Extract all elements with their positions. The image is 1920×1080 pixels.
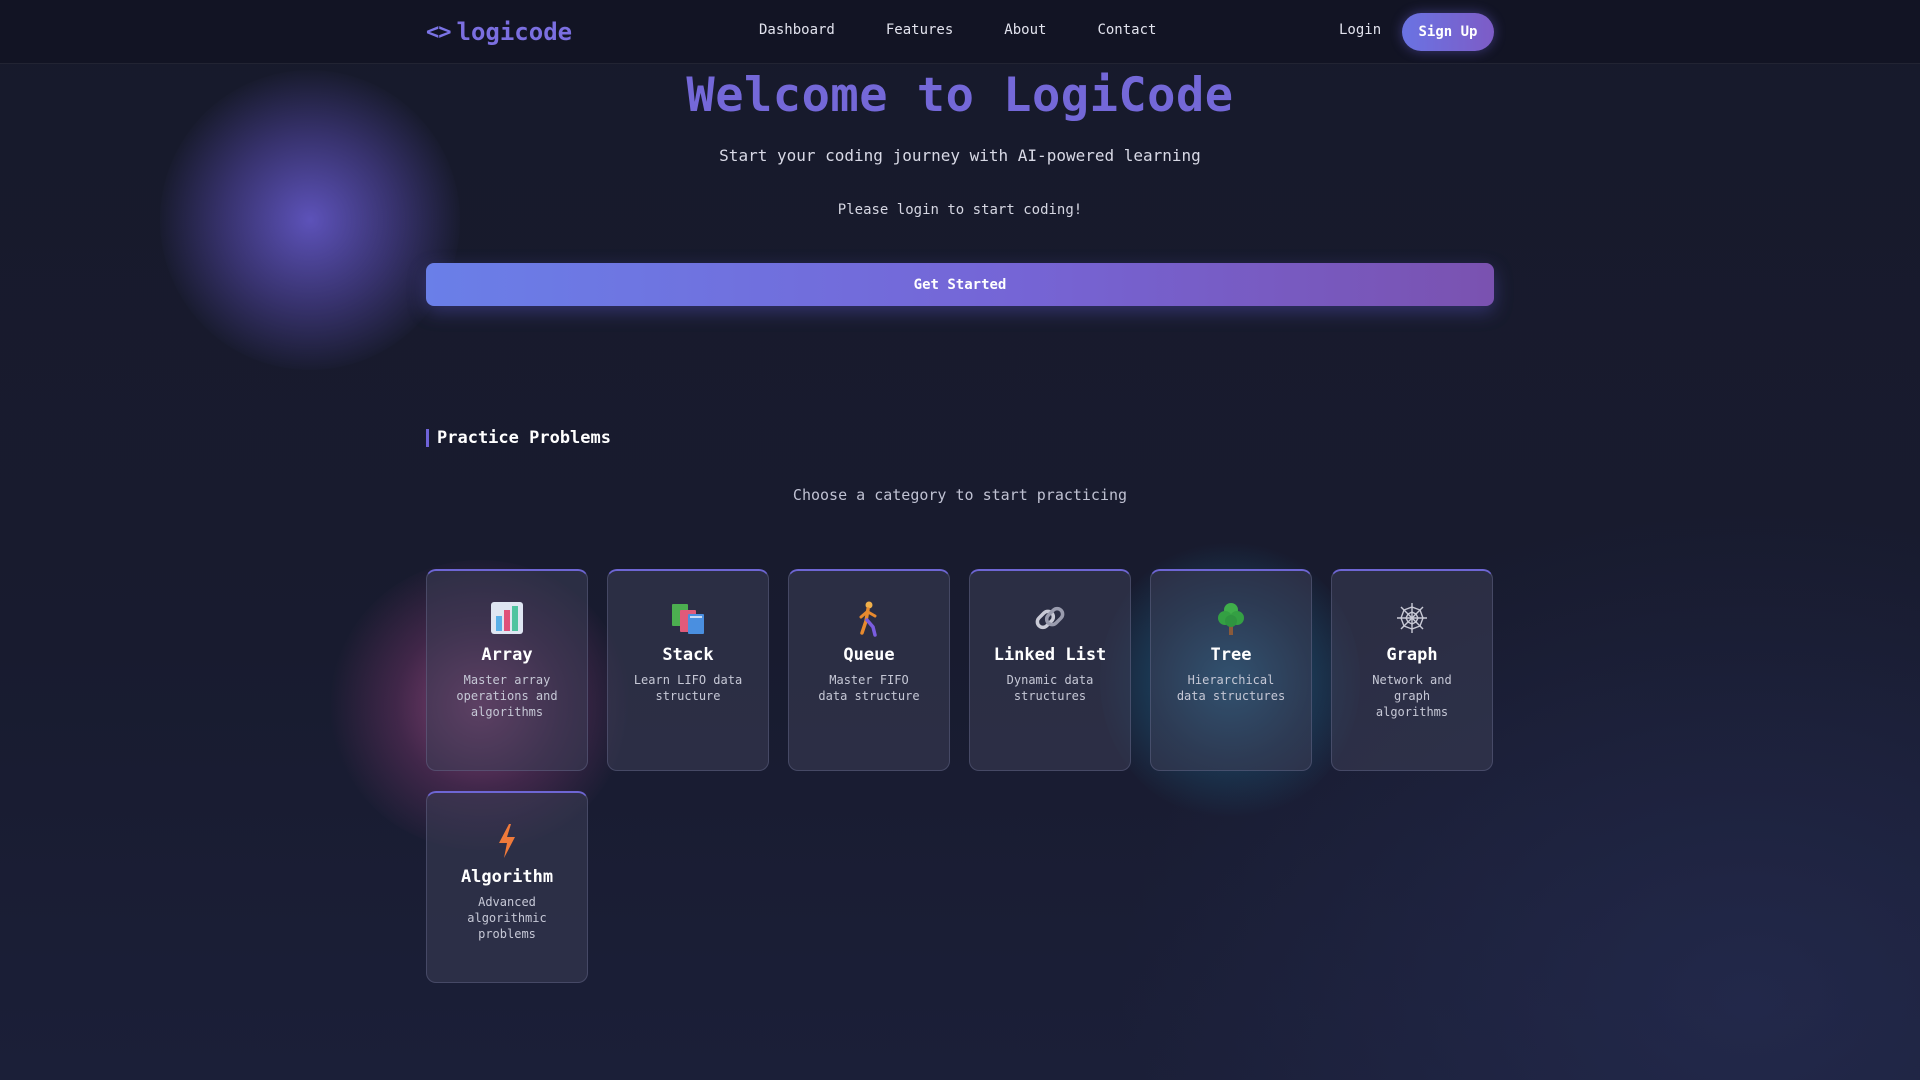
chain-link-icon	[980, 601, 1120, 637]
category-card-stack[interactable]: Stack Learn LIFO data structure	[607, 569, 769, 771]
category-card-array[interactable]: Array Master array operations and algori…	[426, 569, 588, 771]
navbar: <> logicode Dashboard Features About Con…	[0, 0, 1920, 64]
tree-icon	[1161, 601, 1301, 637]
signup-button[interactable]: Sign Up	[1402, 13, 1494, 51]
lightning-icon	[437, 823, 577, 859]
spider-web-icon	[1342, 601, 1482, 637]
card-title: Algorithm	[460, 867, 554, 887]
books-stack-icon	[618, 601, 758, 637]
card-title: Graph	[1386, 645, 1438, 665]
login-link[interactable]: Login	[1339, 22, 1381, 38]
card-description: Master FIFO data structure	[818, 673, 920, 703]
card-title: Stack	[662, 645, 714, 665]
category-card-tree[interactable]: Tree Hierarchical data structures	[1150, 569, 1312, 771]
category-card-queue[interactable]: Queue Master FIFO data structure	[788, 569, 950, 771]
practice-subtitle: Choose a category to start practicing	[792, 486, 1128, 504]
walking-person-icon	[799, 601, 939, 637]
card-description: Network and graph algorithms	[1372, 673, 1452, 719]
hero-subtitle: Start your coding journey with AI-powere…	[719, 146, 1201, 165]
nav-link-about[interactable]: About	[1004, 22, 1046, 38]
nav-link-features[interactable]: Features	[886, 22, 953, 38]
card-title: Linked List	[993, 645, 1107, 665]
get-started-button[interactable]: Get Started	[426, 263, 1494, 306]
heading-accent-bar	[426, 429, 429, 447]
nav-link-dashboard[interactable]: Dashboard	[759, 22, 835, 38]
category-card-linked-list[interactable]: Linked List Dynamic data structures	[969, 569, 1131, 771]
practice-heading: Practice Problems	[426, 428, 611, 448]
code-brackets-icon: <>	[426, 19, 451, 45]
card-title: Queue	[843, 645, 895, 665]
logo[interactable]: <> logicode	[426, 15, 572, 49]
nav-links: Dashboard Features About Contact	[759, 22, 1156, 38]
practice-title: Practice Problems	[437, 428, 611, 448]
card-description: Advanced algorithmic problems	[467, 895, 547, 941]
category-card-graph[interactable]: Graph Network and graph algorithms	[1331, 569, 1493, 771]
card-description: Learn LIFO data structure	[633, 673, 743, 703]
login-prompt: Please login to start coding!	[837, 202, 1083, 218]
card-description: Hierarchical data structures	[1176, 673, 1286, 703]
logo-text: logicode	[456, 18, 573, 46]
card-title: Array	[481, 645, 533, 665]
hero-title: Welcome to LogiCode	[686, 68, 1234, 123]
nav-link-contact[interactable]: Contact	[1097, 22, 1156, 38]
bar-chart-icon	[437, 601, 577, 637]
card-description: Dynamic data structures	[1006, 673, 1094, 703]
card-title: Tree	[1210, 645, 1252, 665]
card-description: Master array operations and algorithms	[456, 673, 558, 719]
category-card-algorithm[interactable]: Algorithm Advanced algorithmic problems	[426, 791, 588, 983]
